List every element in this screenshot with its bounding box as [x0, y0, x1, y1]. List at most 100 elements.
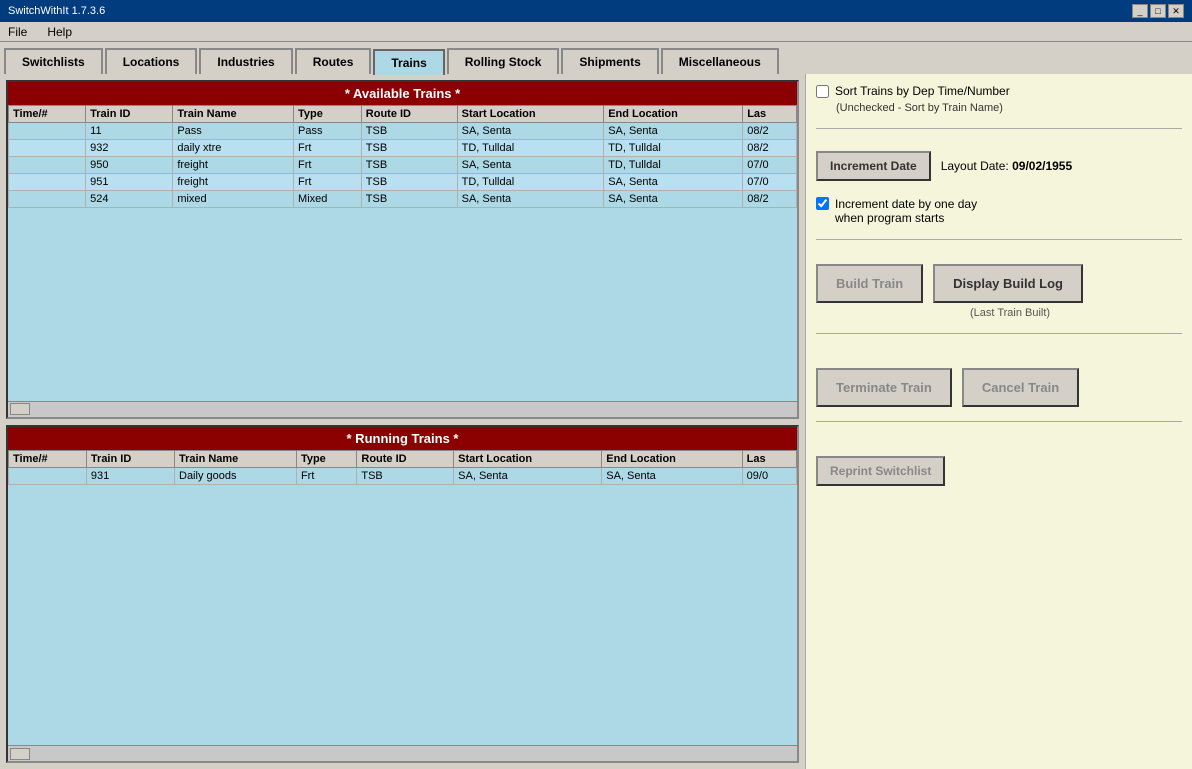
- cell-time: [9, 123, 86, 140]
- cell-name: freight: [173, 157, 294, 174]
- tab-trains[interactable]: Trains: [373, 49, 444, 75]
- col-routeid-running: Route ID: [357, 450, 454, 467]
- tab-locations[interactable]: Locations: [105, 48, 198, 74]
- app-title: SwitchWithIt 1.7.3.6: [8, 5, 105, 17]
- tab-rolling-stock[interactable]: Rolling Stock: [447, 48, 560, 74]
- col-startloc-running: Start Location: [454, 450, 602, 467]
- layout-date-label: Layout Date: 09/02/1955: [941, 159, 1072, 173]
- divider-4: [816, 421, 1182, 422]
- increment-date-button[interactable]: Increment Date: [816, 151, 931, 181]
- increment-check-section: Increment date by one day when program s…: [816, 197, 1182, 225]
- sort-checkbox-row: Sort Trains by Dep Time/Number: [816, 84, 1182, 98]
- titlebar-controls[interactable]: _ □ ✕: [1132, 4, 1184, 18]
- table-row[interactable]: 950 freight Frt TSB SA, Senta TD, Tullda…: [9, 157, 797, 174]
- cell-time: [9, 174, 86, 191]
- minimize-button[interactable]: _: [1132, 4, 1148, 18]
- col-trainid-running: Train ID: [86, 450, 174, 467]
- maximize-button[interactable]: □: [1150, 4, 1166, 18]
- cell-start: SA, Senta: [457, 157, 604, 174]
- menu-file[interactable]: File: [4, 25, 31, 39]
- cell-id: 11: [86, 123, 173, 140]
- cell-route: TSB: [361, 140, 457, 157]
- cell-type: Mixed: [294, 191, 362, 208]
- cell-last: 08/2: [743, 123, 797, 140]
- available-trains-table-wrapper[interactable]: Time/# Train ID Train Name Type Route ID…: [8, 105, 797, 401]
- col-time-running: Time/#: [9, 450, 87, 467]
- running-trains-section: * Running Trains * Time/# Train ID Train…: [6, 425, 799, 764]
- col-trainname-available: Train Name: [173, 106, 294, 123]
- cell-time: [9, 191, 86, 208]
- cell-name: freight: [173, 174, 294, 191]
- cell-id: 951: [86, 174, 173, 191]
- build-buttons-row: Build Train Display Build Log (Last Trai…: [816, 264, 1182, 319]
- cell-type: Frt: [294, 157, 362, 174]
- available-trains-section: * Available Trains * Time/# Train ID Tra…: [6, 80, 799, 419]
- col-startloc-available: Start Location: [457, 106, 604, 123]
- running-trains-table-wrapper[interactable]: Time/# Train ID Train Name Type Route ID…: [8, 450, 797, 746]
- cell-time: [9, 467, 87, 484]
- terminate-train-button[interactable]: Terminate Train: [816, 368, 952, 407]
- col-type-running: Type: [296, 450, 356, 467]
- tab-industries[interactable]: Industries: [199, 48, 292, 74]
- tab-shipments[interactable]: Shipments: [561, 48, 658, 74]
- col-endloc-available: End Location: [604, 106, 743, 123]
- cell-type: Frt: [294, 140, 362, 157]
- build-train-button[interactable]: Build Train: [816, 264, 923, 303]
- available-trains-hscroll[interactable]: [8, 401, 797, 417]
- table-row[interactable]: 951 freight Frt TSB TD, Tulldal SA, Sent…: [9, 174, 797, 191]
- cell-start: SA, Senta: [454, 467, 602, 484]
- cell-end: TD, Tulldal: [604, 140, 743, 157]
- terminate-section: Terminate Train Cancel Train: [816, 368, 1182, 407]
- main-content: * Available Trains * Time/# Train ID Tra…: [0, 74, 1192, 769]
- build-section: Build Train Display Build Log (Last Trai…: [816, 264, 1182, 319]
- table-row[interactable]: 11 Pass Pass TSB SA, Senta SA, Senta 08/…: [9, 123, 797, 140]
- cell-start: SA, Senta: [457, 123, 604, 140]
- cell-last: 07/0: [743, 174, 797, 191]
- reprint-switchlist-button[interactable]: Reprint Switchlist: [816, 456, 945, 486]
- cell-end: SA, Senta: [604, 191, 743, 208]
- available-trains-table: Time/# Train ID Train Name Type Route ID…: [8, 105, 797, 208]
- cell-route: TSB: [361, 123, 457, 140]
- divider-3: [816, 333, 1182, 334]
- cell-type: Frt: [294, 174, 362, 191]
- running-trains-table: Time/# Train ID Train Name Type Route ID…: [8, 450, 797, 485]
- cell-id: 932: [86, 140, 173, 157]
- display-build-log-area: Display Build Log (Last Train Built): [933, 264, 1083, 319]
- tab-switchlists[interactable]: Switchlists: [4, 48, 103, 74]
- tab-routes[interactable]: Routes: [295, 48, 372, 74]
- cell-last: 08/2: [743, 191, 797, 208]
- cell-type: Pass: [294, 123, 362, 140]
- cancel-train-button[interactable]: Cancel Train: [962, 368, 1079, 407]
- table-row[interactable]: 931 Daily goods Frt TSB SA, Senta SA, Se…: [9, 467, 797, 484]
- increment-on-start-checkbox[interactable]: [816, 197, 829, 210]
- sort-sublabel: (Unchecked - Sort by Train Name): [836, 102, 1182, 114]
- divider-2: [816, 239, 1182, 240]
- cell-time: [9, 140, 86, 157]
- display-build-log-button[interactable]: Display Build Log: [933, 264, 1083, 303]
- cell-start: SA, Senta: [457, 191, 604, 208]
- col-type-available: Type: [294, 106, 362, 123]
- col-trainname-running: Train Name: [175, 450, 297, 467]
- cell-route: TSB: [361, 191, 457, 208]
- cell-start: TD, Tulldal: [457, 140, 604, 157]
- tabbar: Switchlists Locations Industries Routes …: [0, 42, 1192, 74]
- hscroll-thumb-available[interactable]: [10, 403, 30, 415]
- cell-time: [9, 157, 86, 174]
- sort-checkbox[interactable]: [816, 85, 829, 98]
- close-button[interactable]: ✕: [1168, 4, 1184, 18]
- hscroll-thumb-running[interactable]: [10, 748, 30, 760]
- col-trainid-available: Train ID: [86, 106, 173, 123]
- cell-start: TD, Tulldal: [457, 174, 604, 191]
- col-endloc-running: End Location: [602, 450, 742, 467]
- cell-id: 931: [86, 467, 174, 484]
- running-trains-hscroll[interactable]: [8, 745, 797, 761]
- sort-label: Sort Trains by Dep Time/Number: [835, 84, 1010, 98]
- menu-help[interactable]: Help: [43, 25, 76, 39]
- increment-check-label: Increment date by one day when program s…: [835, 197, 977, 225]
- cell-route: TSB: [361, 157, 457, 174]
- cell-name: mixed: [173, 191, 294, 208]
- sort-section: Sort Trains by Dep Time/Number (Unchecke…: [816, 84, 1182, 114]
- table-row[interactable]: 524 mixed Mixed TSB SA, Senta SA, Senta …: [9, 191, 797, 208]
- tab-miscellaneous[interactable]: Miscellaneous: [661, 48, 779, 74]
- table-row[interactable]: 932 daily xtre Frt TSB TD, Tulldal TD, T…: [9, 140, 797, 157]
